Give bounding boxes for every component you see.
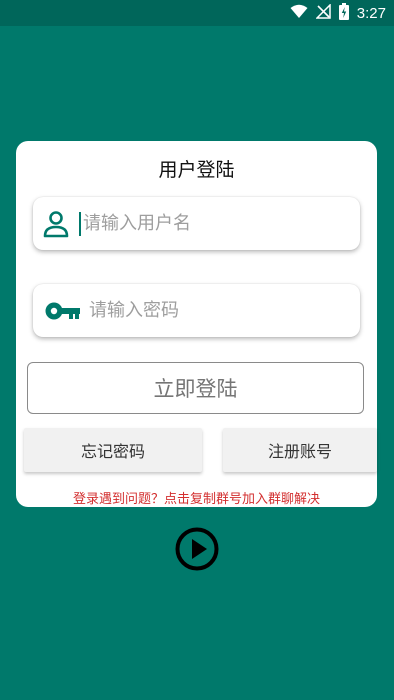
status-icons: 3:27: [290, 0, 386, 26]
password-field[interactable]: [33, 284, 360, 337]
user-icon: [33, 210, 79, 238]
no-signal-icon: [314, 2, 331, 23]
wifi-icon: [290, 4, 308, 23]
status-time: 3:27: [356, 4, 386, 22]
username-input[interactable]: [83, 213, 333, 234]
help-link[interactable]: 登录遇到问题？点击复制群号加入群聊解决: [16, 488, 377, 507]
page-title: 用户登陆: [158, 159, 235, 181]
battery-charging-icon: [338, 2, 349, 24]
play-circle-icon[interactable]: [175, 527, 219, 571]
login-card: 用户登陆 立即登陆 忘记密码 注册账号 登录遇到问题？点击复制群号加入群聊解决: [16, 141, 377, 507]
key-icon: [33, 301, 89, 321]
login-button[interactable]: 立即登陆: [27, 362, 364, 414]
password-input[interactable]: [89, 300, 339, 321]
status-bar: 3:27: [0, 0, 394, 26]
register-button[interactable]: 注册账号: [223, 428, 377, 472]
username-field[interactable]: [33, 197, 360, 250]
forgot-password-button[interactable]: 忘记密码: [24, 428, 202, 472]
text-cursor: [79, 211, 81, 236]
